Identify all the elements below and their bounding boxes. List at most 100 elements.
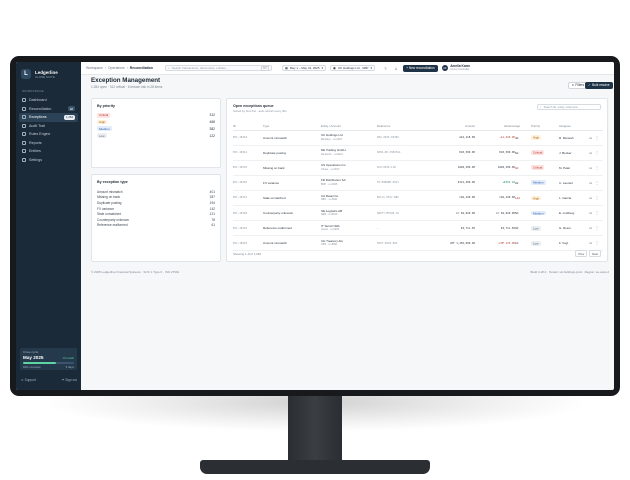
close-cycle-card[interactable]: Close cycle May 2025 On track 64% comple… [20, 348, 77, 370]
sidebar-item-exceptions[interactable]: Exceptions 1,284 [19, 113, 78, 122]
cell-amount: €18,500.00 [429, 145, 475, 161]
chevron-down-icon: ▾ [321, 66, 324, 70]
cell-type: Amount mismatch [263, 130, 321, 146]
more-icon[interactable]: ⋮ [595, 241, 598, 245]
bell-icon[interactable]: ♫ [393, 65, 400, 72]
cell-amount: €112,400.00 [429, 175, 475, 191]
new-reconciliation-button[interactable]: + New reconciliation [403, 64, 438, 72]
priority-count: 312 [209, 113, 215, 118]
table-row[interactable]: EXC-18336 FX variance FR Distribution SA BN… [233, 175, 603, 191]
sidebar-item-reconciliation[interactable]: Reconciliation 48 [16, 105, 81, 114]
sidebar-item-dashboard[interactable]: Dashboard [16, 96, 81, 105]
help-icon[interactable]: ? [382, 65, 389, 72]
comment-icon[interactable]: ▭ [589, 181, 592, 185]
entity-selector[interactable]: ▣ UK Holdings Ltd · GBP ▾ [330, 64, 376, 72]
search-input[interactable]: Search transactions, documents, entities… [172, 66, 229, 70]
table-row[interactable]: EXC-18341 Duplicate posting DE Trading Gmb… [233, 145, 603, 161]
support-link[interactable]: ⊙ Support [21, 378, 36, 382]
table-row[interactable]: EXC-18318 Amount mismatch CH Treasury AG UB… [233, 235, 603, 252]
cell-id[interactable]: EXC-18339 [233, 160, 263, 176]
entity-name: CH Treasury AG [321, 238, 343, 243]
priority-row[interactable]: High 468 [97, 119, 215, 125]
cell-priority: Medium [531, 175, 559, 191]
comment-icon[interactable]: ▭ [589, 226, 592, 230]
cell-id[interactable]: EXC-18318 [233, 235, 263, 252]
table-row[interactable]: EXC-18344 Amount mismatch UK Holdings Ltd B… [233, 130, 603, 146]
entity-account: SEB · ••••6610 [321, 213, 338, 217]
column-header[interactable]: Age [515, 123, 531, 131]
more-icon[interactable]: ⋮ [595, 226, 598, 230]
cell-reference: ACH-0529-118 [377, 160, 429, 176]
more-icon[interactable]: ⋮ [595, 211, 598, 215]
cell-type: Duplicate posting [263, 145, 321, 161]
date-range-picker[interactable]: ▦ May 1 – May 31, 2025 ▾ [281, 64, 327, 72]
prev-page-button[interactable]: Prev [575, 250, 588, 257]
cell-actions: ▭ ⋮ [589, 145, 603, 161]
bulk-resolve-button[interactable]: ✓ Bulk resolve [585, 82, 613, 89]
cell-id[interactable]: EXC-18322 [233, 220, 263, 237]
crumb-workspace[interactable]: Workspace [86, 66, 103, 70]
cell-id[interactable]: EXC-18328 [233, 205, 263, 222]
more-icon[interactable]: ⋮ [595, 166, 598, 170]
section-label: WORKSPACE [22, 89, 44, 93]
global-search[interactable]: ⌕ Search transactions, documents, entiti… [164, 64, 272, 72]
column-header[interactable]: Priority [531, 123, 559, 131]
type-label: Counterparty unknown [97, 217, 130, 222]
more-icon[interactable]: ⋮ [595, 136, 598, 140]
column-header[interactable]: Type [263, 123, 321, 131]
more-icon[interactable]: ⋮ [595, 151, 598, 155]
sidebar-item-entities[interactable]: Entities [16, 147, 81, 156]
sidebar-item-reports[interactable]: Reports [16, 139, 81, 148]
priority-row[interactable]: Low 122 [97, 132, 215, 138]
comment-icon[interactable]: ▭ [589, 151, 592, 155]
sign-out-link[interactable]: ↦ Sign out [62, 378, 77, 382]
column-header[interactable]: Variance [475, 123, 515, 131]
crumb-operations[interactable]: Operations [108, 66, 125, 70]
queue-search[interactable]: ⌕ Search ID, entity, reference... [537, 104, 601, 110]
close-cycle-progress-fill [23, 362, 56, 364]
column-header[interactable]: Amount [429, 123, 475, 131]
priority-row[interactable]: Medium 382 [97, 126, 215, 132]
user-role: Group Controller [450, 68, 470, 72]
column-header[interactable]: Assignee [559, 123, 589, 131]
sidebar-item-audit-trail[interactable]: Audit Trail [16, 122, 81, 131]
cell-type: Stale unmatched [263, 190, 321, 206]
cell-id[interactable]: EXC-18331 [233, 190, 263, 206]
sidebar-item-settings[interactable]: Settings [16, 156, 81, 165]
cell-id[interactable]: EXC-18336 [233, 175, 263, 191]
entity-name: IT Servizi SRL [321, 223, 341, 228]
page-title: Exception Management [91, 77, 161, 84]
sidebar-item-rules-engine[interactable]: Rules Engine [16, 130, 81, 139]
comment-icon[interactable]: ▭ [589, 166, 592, 170]
priority-row[interactable]: Critical 312 [97, 112, 215, 118]
next-page-button[interactable]: Next [589, 250, 601, 257]
priority-chip: Low [531, 240, 541, 246]
user-menu[interactable]: AK Amelia Kwon Group Controller [441, 64, 470, 72]
more-icon[interactable]: ⋮ [595, 196, 598, 200]
comment-icon[interactable]: ▭ [589, 136, 592, 140]
table-row[interactable]: EXC-18331 Stale unmatched CA Retail Co. RBC… [233, 190, 603, 206]
cell-age: 5d [515, 205, 531, 222]
comment-icon[interactable]: ▭ [589, 241, 592, 245]
cell-age: 9d [515, 160, 531, 176]
more-icon[interactable]: ⋮ [595, 181, 598, 185]
queue-search-input[interactable]: Search ID, entity, reference... [544, 105, 580, 109]
dashboard-icon [22, 98, 26, 103]
comment-icon[interactable]: ▭ [589, 196, 592, 200]
type-row[interactable]: Reference malformed 61 [97, 223, 215, 229]
exceptions-table: ID Type Entity / Account Reference Amount Var… [233, 123, 603, 252]
comment-icon[interactable]: ▭ [589, 211, 592, 215]
column-header-actions [589, 123, 603, 131]
column-header[interactable]: ID [233, 123, 263, 131]
table-row[interactable]: EXC-18328 Counterparty unknown SE Logistic… [233, 205, 603, 222]
reconciliation-icon [22, 106, 26, 111]
table-row[interactable]: EXC-18322 Reference malformed IT Servizi S… [233, 220, 603, 237]
cell-id[interactable]: EXC-18344 [233, 130, 263, 146]
page-subtitle: 1,284 open · 312 critical · 6 breach ris… [91, 85, 163, 89]
entity-account: Barclays · ••••4418 [321, 137, 342, 141]
table-row[interactable]: EXC-18339 Missing on bank US Operations In… [233, 160, 603, 176]
cell-id[interactable]: EXC-18341 [233, 145, 263, 161]
column-header[interactable]: Reference [377, 123, 429, 131]
column-header[interactable]: Entity / Account [321, 123, 377, 131]
cell-variance: C$9,240.00 [475, 190, 515, 206]
